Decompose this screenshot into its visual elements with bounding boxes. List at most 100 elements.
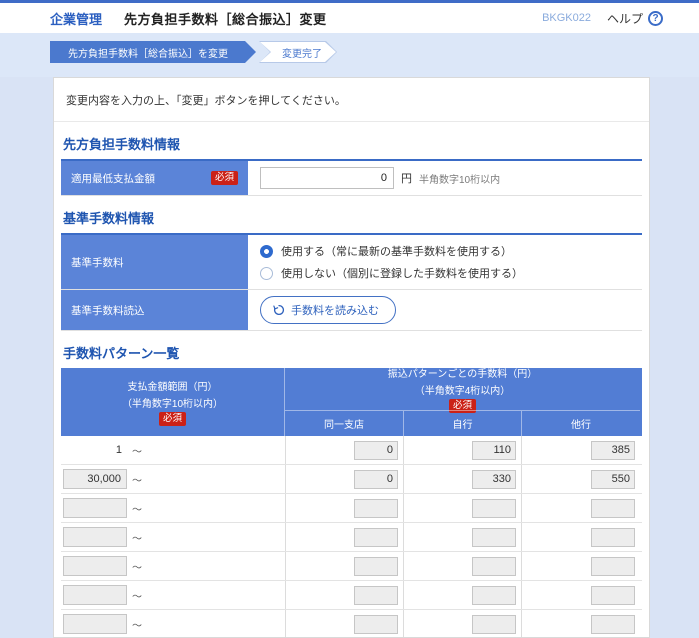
same-branch-cell <box>285 436 403 464</box>
other-bank-fee-input[interactable] <box>591 440 635 460</box>
own-bank-fee-input[interactable] <box>472 440 516 460</box>
range-start-input[interactable] <box>63 469 127 489</box>
section-standard-fee: 基準手数料情報 基準手数料 使用する（常に最新の基準手数料を使用する） 使用しな… <box>54 196 649 331</box>
same-branch-fee-input[interactable] <box>354 527 398 547</box>
help-label: ヘルプ <box>606 11 643 26</box>
radio-unselected-icon <box>260 266 273 280</box>
same-branch-fee-input[interactable] <box>354 585 398 605</box>
own-bank-fee-input[interactable] <box>472 527 516 547</box>
same-branch-fee-input[interactable] <box>354 440 398 460</box>
own-bank-cell <box>403 523 521 551</box>
other-bank-cell <box>521 436 640 464</box>
fee-pattern-row: ～ <box>61 494 642 523</box>
step-next: 変更完了 <box>259 41 337 63</box>
range-start-input[interactable] <box>63 498 127 518</box>
range-cell: ～ <box>61 610 285 637</box>
step-indicator: 先方負担手数料［総合振込］を変更 変更完了 <box>0 33 699 77</box>
range-start-static: 1 <box>115 444 122 456</box>
radio-option-not-use[interactable]: 使用しない（個別に登録した手数料を使用する） <box>260 265 630 281</box>
min-payment-label-cell: 適用最低支払金額 必須 <box>61 161 248 195</box>
same-branch-cell <box>285 494 403 522</box>
radio-selected-icon <box>260 244 273 258</box>
same-branch-fee-input[interactable] <box>354 614 398 634</box>
own-bank-fee-input[interactable] <box>472 498 516 518</box>
fee-pattern-row: ～ <box>61 465 642 494</box>
section-title-fee-pattern: 手数料パターン一覧 <box>63 346 180 361</box>
own-bank-fee-input[interactable] <box>472 469 516 489</box>
fee-load-label: 基準手数料読込 <box>71 304 145 317</box>
fee-load-label-cell: 基準手数料読込 <box>61 290 248 330</box>
radio-option-use[interactable]: 使用する（常に最新の基準手数料を使用する） <box>260 243 630 259</box>
range-start-input[interactable] <box>63 527 127 547</box>
tilde-mark: ～ <box>132 504 142 516</box>
column-header-other-bank: 他行 <box>521 410 640 436</box>
question-circle-icon: ? <box>648 10 663 26</box>
other-bank-fee-input[interactable] <box>591 556 635 576</box>
same-branch-fee-input[interactable] <box>354 469 398 489</box>
other-bank-fee-input[interactable] <box>591 469 635 489</box>
standard-fee-label: 基準手数料 <box>71 256 124 269</box>
fee-load-row: 基準手数料読込 手数料を読み込む <box>61 290 642 331</box>
range-cell: ～ <box>61 494 285 522</box>
payment-range-title: 支払金額範囲（円） <box>127 382 218 394</box>
page-title: 先方負担手数料［総合振込］変更 <box>124 11 327 27</box>
other-bank-fee-input[interactable] <box>591 527 635 547</box>
app-menu-title[interactable]: 企業管理 <box>50 9 102 28</box>
fee-info-table: 適用最低支払金額 必須 円 半角数字10桁以内 <box>61 159 642 196</box>
own-bank-fee-input[interactable] <box>472 585 516 605</box>
load-fee-button[interactable]: 手数料を読み込む <box>260 296 396 324</box>
other-bank-cell <box>521 581 640 609</box>
section-title-fee-info: 先方負担手数料情報 <box>63 137 181 152</box>
min-payment-row: 適用最低支払金額 必須 円 半角数字10桁以内 <box>61 161 642 196</box>
fee-pattern-table-header: 支払金額範囲（円） （半角数字10桁以内） 必須 振込パターンごとの手数料（円）… <box>61 368 642 436</box>
other-bank-fee-input[interactable] <box>591 614 635 634</box>
tilde-mark: ～ <box>132 620 142 632</box>
same-branch-cell <box>285 552 403 580</box>
same-branch-fee-input[interactable] <box>354 498 398 518</box>
range-start-input[interactable] <box>63 556 127 576</box>
yen-unit: 円 <box>401 173 412 185</box>
range-cell: ～ <box>61 465 285 493</box>
other-bank-cell <box>521 523 640 551</box>
other-bank-fee-input[interactable] <box>591 498 635 518</box>
tilde-mark: ～ <box>132 446 142 458</box>
fee-pattern-row: ～ <box>61 552 642 581</box>
min-payment-note: 半角数字10桁以内 <box>419 174 501 186</box>
fee-pattern-row: ～ <box>61 610 642 637</box>
step-next-label: 変更完了 <box>260 42 336 62</box>
standard-fee-label-cell: 基準手数料 <box>61 235 248 289</box>
same-branch-cell <box>285 581 403 609</box>
min-payment-input[interactable] <box>260 167 394 189</box>
section-title-standard-fee: 基準手数料情報 <box>63 211 155 226</box>
fee-pattern-row: 1 ～ <box>61 436 642 465</box>
own-bank-fee-input[interactable] <box>472 614 516 634</box>
column-header-fee-group: 振込パターンごとの手数料（円） （半角数字4桁以内） 必須 <box>285 368 640 413</box>
column-header-own-bank: 自行 <box>403 410 521 436</box>
fee-load-value-cell: 手数料を読み込む <box>248 290 642 330</box>
own-bank-cell <box>403 581 521 609</box>
own-bank-cell <box>403 436 521 464</box>
range-start-input[interactable] <box>63 585 127 605</box>
min-payment-value-cell: 円 半角数字10桁以内 <box>248 161 642 195</box>
help-link[interactable]: ヘルプ ? <box>607 10 663 27</box>
column-header-payment-range: 支払金額範囲（円） （半角数字10桁以内） 必須 <box>61 368 285 436</box>
same-branch-fee-input[interactable] <box>354 556 398 576</box>
fee-pattern-table-body: 1 ～ ～ <box>61 436 642 637</box>
standard-fee-table: 基準手数料 使用する（常に最新の基準手数料を使用する） 使用しない（個別に登録し… <box>61 233 642 331</box>
column-header-same-branch: 同一支店 <box>285 410 403 436</box>
payment-range-note: （半角数字10桁以内） <box>121 399 224 411</box>
other-bank-fee-input[interactable] <box>591 585 635 605</box>
fee-group-title: 振込パターンごとの手数料（円） <box>387 369 538 381</box>
screen-code: BKGK022 <box>542 12 591 24</box>
content-card: 変更内容を入力の上、「変更」ボタンを押してください。 先方負担手数料情報 適用最… <box>53 77 650 638</box>
other-bank-cell <box>521 552 640 580</box>
radio-use-label: 使用する（常に最新の基準手数料を使用する） <box>281 246 512 258</box>
other-bank-cell <box>521 610 640 637</box>
standard-fee-radio-group: 使用する（常に最新の基準手数料を使用する） 使用しない（個別に登録した手数料を使… <box>248 235 642 289</box>
load-icon <box>273 304 285 316</box>
own-bank-fee-input[interactable] <box>472 556 516 576</box>
radio-not-use-label: 使用しない（個別に登録した手数料を使用する） <box>281 268 523 280</box>
fee-pattern-row: ～ <box>61 523 642 552</box>
range-start-input[interactable] <box>63 614 127 634</box>
own-bank-cell <box>403 610 521 637</box>
